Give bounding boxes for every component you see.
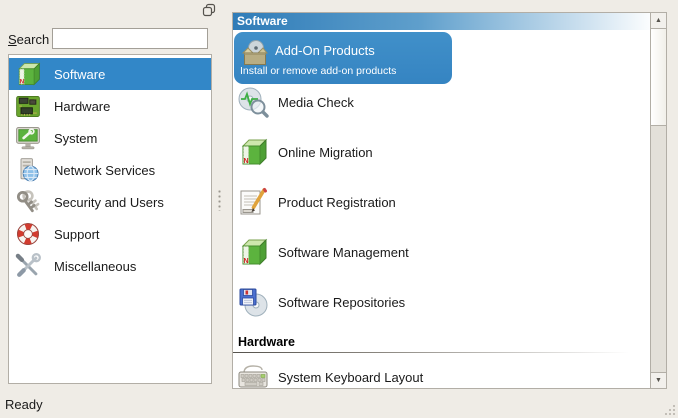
floppy-cd-icon — [237, 286, 269, 318]
module-item-label: Product Registration — [278, 195, 396, 210]
sidebar-item-label: Security and Users — [54, 195, 164, 210]
system-monitor-icon — [14, 124, 42, 152]
svg-text:N: N — [20, 79, 24, 86]
software-package-icon: N — [237, 136, 269, 168]
sidebar-item-security-and-users[interactable]: Security and Users — [9, 186, 211, 218]
sidebar-item-label: Software — [54, 67, 105, 82]
sidebar-item-label: Support — [54, 227, 100, 242]
sidebar-item-label: System — [54, 131, 97, 146]
keyboard-icon — [237, 361, 269, 388]
module-item-system-keyboard-layout[interactable]: System Keyboard Layout — [237, 358, 640, 388]
module-item-online-migration[interactable]: N Online Migration — [237, 133, 640, 171]
keys-icon — [14, 188, 42, 216]
module-item-software-management[interactable]: N Software Management — [237, 233, 640, 271]
sidebar-item-network-services[interactable]: Network Services — [9, 154, 211, 186]
section-header-hardware: Hardware — [233, 335, 650, 352]
sidebar-item-label: Network Services — [54, 163, 155, 178]
module-item-subtitle: Install or remove add-on products — [240, 65, 396, 77]
scrollbar-track[interactable] — [651, 126, 666, 372]
status-bar-text: Ready — [5, 397, 43, 412]
svg-text:N: N — [244, 258, 249, 265]
scroll-down-button[interactable]: ▼ — [651, 372, 666, 388]
module-item-add-on-products[interactable]: Add-On Products Install or remove add-on… — [234, 32, 452, 84]
sidebar-item-support[interactable]: Support — [9, 218, 211, 250]
panel-section-header: Software — [233, 13, 650, 30]
software-package-icon: N — [14, 60, 42, 88]
module-item-label: Online Migration — [278, 145, 373, 160]
notepad-pencil-icon — [237, 186, 269, 218]
search-input[interactable] — [52, 28, 208, 49]
module-item-label: Software Management — [278, 245, 409, 260]
scroll-up-button[interactable]: ▲ — [651, 13, 666, 29]
svg-text:N: N — [244, 158, 249, 165]
module-item-media-check[interactable]: Media Check — [237, 83, 640, 121]
hardware-circuit-icon — [14, 92, 42, 120]
sidebar-item-label: Hardware — [54, 99, 110, 114]
software-package-icon: N — [237, 236, 269, 268]
restore-window-icon[interactable] — [201, 2, 217, 18]
cd-magnifier-icon — [237, 86, 269, 118]
network-globe-icon — [14, 156, 42, 184]
tools-icon — [14, 252, 42, 280]
module-list: Add-On Products Install or remove add-on… — [233, 30, 650, 388]
module-item-label: System Keyboard Layout — [278, 370, 423, 385]
module-item-product-registration[interactable]: Product Registration — [237, 183, 640, 221]
vertical-scrollbar: ▲ ▼ — [650, 13, 666, 388]
module-item-label: Software Repositories — [278, 295, 405, 310]
resize-grip[interactable] — [662, 402, 675, 415]
sidebar-item-system[interactable]: System — [9, 122, 211, 154]
sidebar-item-software[interactable]: N Software — [9, 58, 211, 90]
module-panel: Software Add-On Products Install or remo… — [232, 12, 667, 389]
module-item-title: Add-On Products — [275, 43, 375, 58]
module-item-label: Media Check — [278, 95, 354, 110]
section-divider — [233, 352, 650, 353]
module-item-software-repositories[interactable]: Software Repositories — [237, 283, 640, 321]
sidebar-item-label: Miscellaneous — [54, 259, 136, 274]
sidebar-item-hardware[interactable]: Hardware — [9, 90, 211, 122]
scrollbar-thumb[interactable] — [651, 29, 666, 126]
category-list: N Software Hardware — [8, 54, 212, 384]
lifebuoy-icon — [14, 220, 42, 248]
search-label: Search — [8, 32, 49, 47]
sidebar-item-miscellaneous[interactable]: Miscellaneous — [9, 250, 211, 282]
panel-splitter-handle[interactable] — [218, 189, 221, 211]
